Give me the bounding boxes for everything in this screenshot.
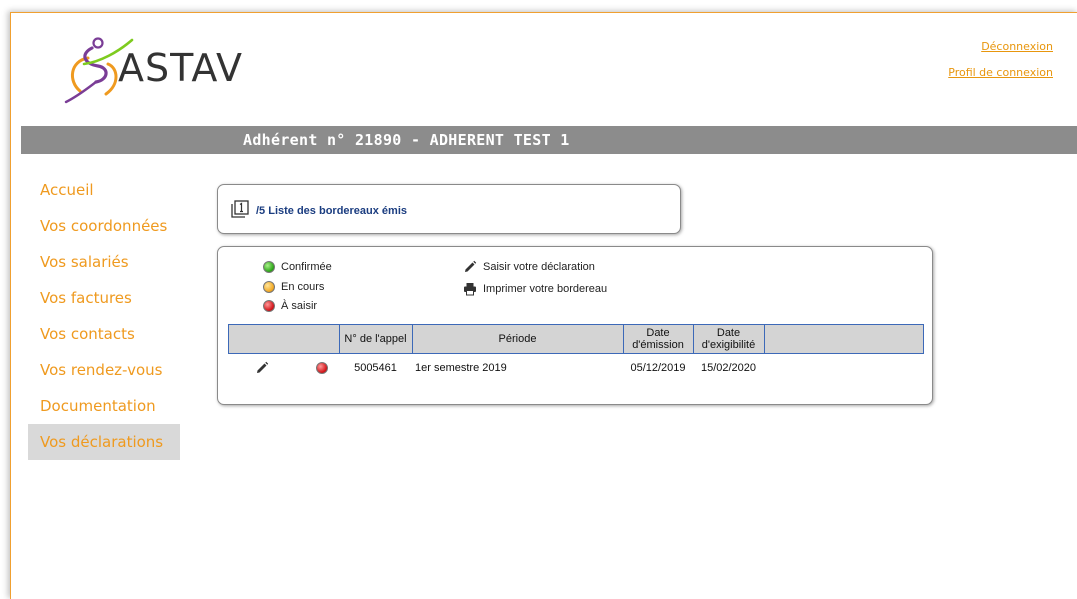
page-1-icon [231, 200, 249, 218]
header-status [327, 324, 340, 354]
sidebar-item-accueil[interactable]: Accueil [28, 172, 180, 208]
legend-edit-action: Saisir votre déclaration [463, 260, 595, 274]
row-blank [764, 354, 924, 383]
green-status-icon [263, 261, 275, 274]
header-links: Déconnexion Profil de connexion [948, 40, 1053, 92]
header-period: Période [411, 324, 624, 354]
sidebar-item-coordonnees[interactable]: Vos coordonnées [28, 208, 180, 244]
red-status-icon [316, 362, 328, 375]
printer-icon [464, 283, 476, 296]
sidebar-item-salaries[interactable]: Vos salariés [28, 244, 180, 280]
header-emission: Date d'émission [622, 324, 694, 354]
red-status-icon [263, 300, 275, 313]
sidebar-item-rendez-vous[interactable]: Vos rendez-vous [28, 352, 180, 388]
legend-print-action: Imprimer votre bordereau [463, 282, 607, 296]
row-edit-cell [229, 354, 328, 383]
member-title: Adhérent n° 21890 - ADHERENT TEST 1 [243, 131, 570, 149]
sidebar-nav: Accueil Vos coordonnées Vos salariés Vos… [28, 172, 180, 460]
header-action [228, 324, 327, 354]
pencil-icon [465, 260, 477, 273]
step-box: /5 Liste des bordereaux émis [217, 184, 681, 234]
profile-link[interactable]: Profil de connexion [948, 66, 1053, 79]
edit-pencil-icon[interactable] [255, 361, 269, 375]
table-row: 5005461 1er semestre 2019 05/12/2019 15/… [229, 354, 924, 383]
member-banner: Adhérent n° 21890 - ADHERENT TEST 1 [21, 126, 1077, 154]
legend-to-enter: À saisir [263, 299, 317, 313]
step-label: /5 Liste des bordereaux émis [256, 205, 408, 217]
orange-status-icon [263, 281, 275, 294]
legend-in-progress: En cours [263, 280, 324, 294]
table-header-row: N° de l'appel Période Date d'émission Da… [228, 324, 924, 354]
row-status-cell [316, 354, 328, 383]
declarations-panel: Confirmée En cours À saisir Saisir votre… [217, 246, 933, 405]
header-blank [763, 324, 924, 354]
row-num: 5005461 [354, 362, 397, 374]
declarations-table: N° de l'appel Période Date d'émission Da… [228, 324, 924, 382]
row-due: 15/02/2020 [700, 362, 757, 374]
row-period: 1er semestre 2019 [415, 362, 507, 374]
logout-link[interactable]: Déconnexion [948, 40, 1053, 53]
brand-name: ASTAV [118, 46, 243, 90]
sidebar-item-documentation[interactable]: Documentation [28, 388, 180, 424]
sidebar-item-contacts[interactable]: Vos contacts [28, 316, 180, 352]
sidebar-item-factures[interactable]: Vos factures [28, 280, 180, 316]
row-emission: 05/12/2019 [630, 362, 686, 374]
header-num: N° de l'appel [338, 324, 413, 354]
sidebar-item-declarations[interactable]: Vos déclarations [28, 424, 180, 460]
legend-confirmed: Confirmée [263, 260, 332, 274]
header-due: Date d'exigibilité [692, 324, 765, 354]
